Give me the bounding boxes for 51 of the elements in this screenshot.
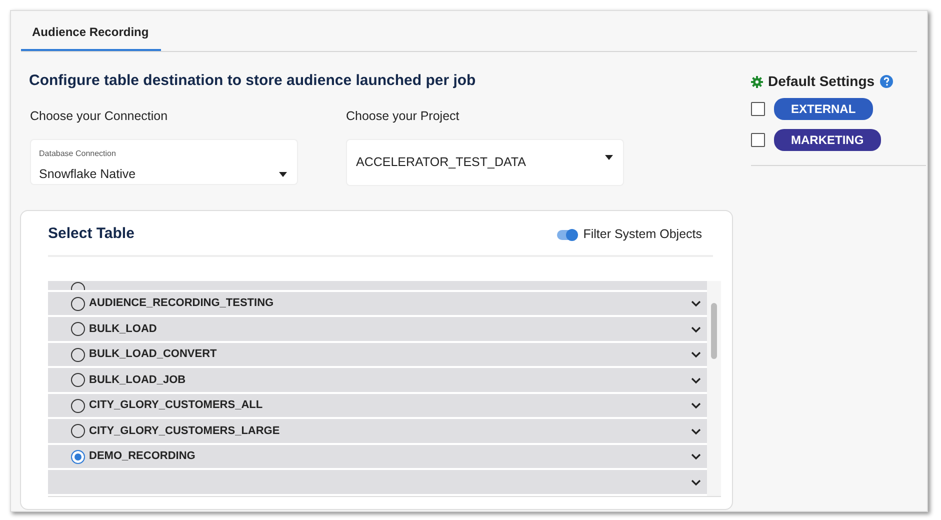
table-row[interactable]: DEMO_RECORDING <box>48 444 707 468</box>
table-row[interactable]: BULK_LOAD <box>48 317 707 341</box>
gear-icon <box>751 76 763 88</box>
scrollbar[interactable] <box>707 280 721 496</box>
radio-button[interactable] <box>71 424 85 438</box>
table-row[interactable]: CITY_GLORY_CUSTOMERS_LARGE <box>48 419 707 443</box>
table-row[interactable]: BULK_LOAD_JOB <box>48 368 707 392</box>
table-name: DEMO_RECORDING <box>89 449 196 464</box>
toggle-label: Filter System Objects <box>583 226 702 244</box>
chevron-down-icon[interactable] <box>691 453 701 460</box>
help-icon[interactable] <box>880 75 893 88</box>
table-name: BULK_LOAD_JOB <box>89 372 186 388</box>
table-name: AUDIENCE_RECORDING_TESTING <box>89 296 274 312</box>
table-row[interactable]: CITY_GLORY_CUSTOMERS_ALL <box>48 394 707 418</box>
project-dropdown[interactable]: ACCELERATOR_TEST_DATA <box>346 139 624 186</box>
chevron-down-icon[interactable] <box>691 376 701 384</box>
chevron-down-icon[interactable] <box>691 402 701 409</box>
field-label: Database Connection <box>39 148 116 160</box>
page-heading: Configure table destination to store audience launched per job <box>29 71 477 91</box>
radio-button[interactable] <box>71 373 85 387</box>
caret-icon <box>605 155 613 160</box>
card-title: Select Table <box>48 224 134 244</box>
connection-label: Choose your Connection <box>30 108 169 125</box>
table-name: BULK_LOAD <box>89 322 157 337</box>
table-name: CITY_GLORY_CUSTOMERS_ALL <box>89 398 263 414</box>
dropdown-value: Snowflake Native <box>39 166 136 184</box>
checkbox[interactable] <box>751 133 765 147</box>
radio-button[interactable] <box>71 450 85 464</box>
table-row[interactable]: BULK_LOAD_CONVERT <box>48 342 707 366</box>
radio-button[interactable] <box>71 398 85 412</box>
table-name: CITY_GLORY_CUSTOMERS_LARGE <box>89 424 280 439</box>
checkbox[interactable] <box>751 102 765 116</box>
radio-button[interactable] <box>71 348 85 362</box>
chevron-down-icon[interactable] <box>691 428 701 434</box>
caret-icon <box>279 172 287 178</box>
chevron-down-icon[interactable] <box>691 300 701 307</box>
radio-button[interactable] <box>71 296 85 310</box>
table-row[interactable]: AUDIENCE_RECORDING_TESTING <box>48 292 707 316</box>
chevron-down-icon[interactable] <box>691 351 701 358</box>
dropdown-value: ACCELERATOR_TEST_DATA <box>356 154 526 172</box>
radio-button[interactable] <box>71 322 85 336</box>
tag: EXTERNAL <box>774 98 873 120</box>
chevron-down-icon[interactable] <box>691 478 701 486</box>
chevron-down-icon[interactable] <box>691 326 701 332</box>
tag: MARKETING <box>774 129 881 151</box>
settings-title: Default Settings <box>768 72 875 91</box>
filter-toggle[interactable] <box>557 230 578 240</box>
tab[interactable]: Audience Recording <box>21 18 161 51</box>
table-name: BULK_LOAD_CONVERT <box>89 347 217 362</box>
connection-dropdown[interactable]: Database Connection Snowflake Native <box>30 139 298 186</box>
project-label: Choose your Project <box>346 108 460 125</box>
